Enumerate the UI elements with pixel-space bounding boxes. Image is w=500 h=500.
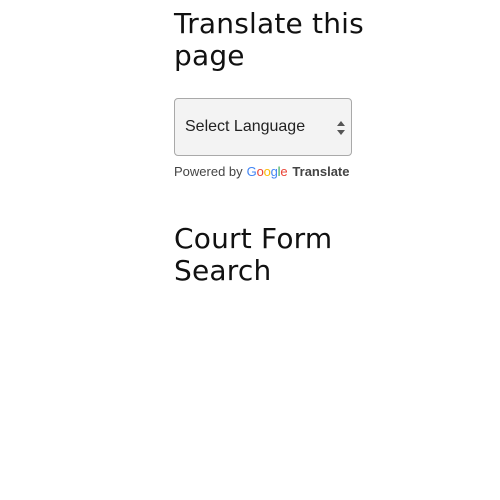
powered-by-label: Powered by	[174, 164, 243, 179]
google-translate-link[interactable]: Translate	[292, 164, 349, 179]
language-select[interactable]: Select Language	[174, 98, 352, 156]
main-content: Translate this page Select Language Powe…	[174, 8, 414, 287]
up-down-arrows-icon	[336, 119, 346, 137]
google-logo-letter: o	[263, 164, 271, 179]
google-logo-letter: G	[246, 164, 257, 179]
google-logo: Google	[247, 164, 288, 179]
google-logo-letter: o	[256, 164, 264, 179]
language-select-value: Select Language	[185, 118, 306, 135]
powered-by-google-translate: Powered by Google Translate	[174, 164, 414, 179]
translate-heading: Translate this page	[174, 7, 364, 72]
google-logo-letter: g	[270, 164, 278, 179]
court-form-search-heading: Court Form Search	[174, 222, 333, 287]
google-logo-letter: e	[280, 164, 288, 179]
